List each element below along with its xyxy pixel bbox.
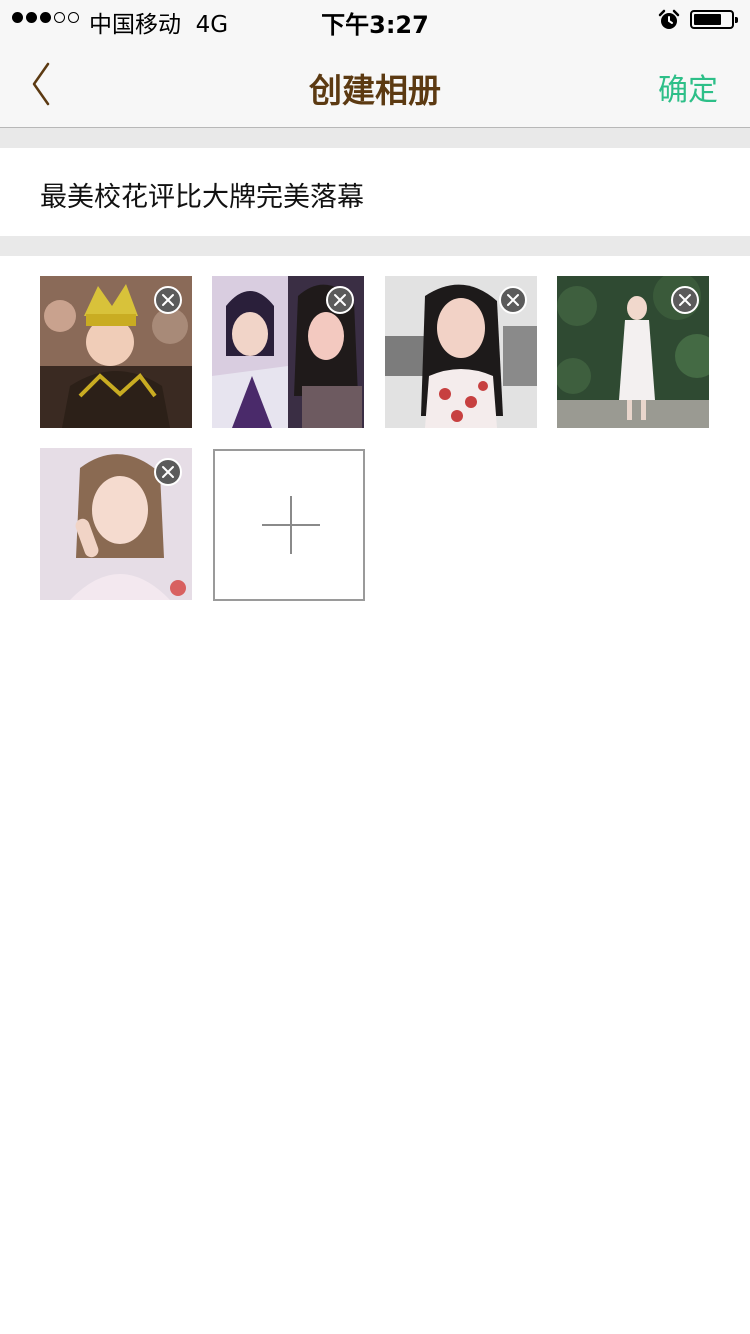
section-divider bbox=[0, 128, 750, 148]
photo-thumbnail[interactable] bbox=[385, 276, 537, 428]
close-icon bbox=[334, 294, 346, 306]
remove-photo-button[interactable] bbox=[154, 458, 182, 486]
navigation-bar: 创建相册 确定 bbox=[0, 40, 750, 128]
add-photo-button[interactable] bbox=[213, 449, 365, 601]
album-name-value: 最美校花评比大牌完美落幕 bbox=[40, 182, 364, 213]
remove-photo-button[interactable] bbox=[326, 286, 354, 314]
photo-thumbnail[interactable] bbox=[40, 448, 192, 600]
status-bar: 中国移动 4G 下午3:27 bbox=[0, 0, 750, 40]
photo-thumbnail[interactable] bbox=[557, 276, 709, 428]
close-icon bbox=[162, 294, 174, 306]
status-time: 下午3:27 bbox=[321, 11, 429, 39]
close-icon bbox=[679, 294, 691, 306]
photo-thumbnail[interactable] bbox=[212, 276, 364, 428]
page-title: 创建相册 bbox=[309, 71, 441, 110]
plus-icon bbox=[290, 496, 292, 554]
photo-thumbnail[interactable] bbox=[40, 276, 192, 428]
close-icon bbox=[162, 466, 174, 478]
remove-photo-button[interactable] bbox=[499, 286, 527, 314]
confirm-button[interactable]: 确定 bbox=[658, 65, 718, 109]
remove-photo-button[interactable] bbox=[671, 286, 699, 314]
alarm-clock-icon bbox=[658, 9, 680, 29]
album-name-input[interactable]: 最美校花评比大牌完美落幕 bbox=[0, 148, 750, 236]
battery-icon bbox=[690, 10, 738, 29]
remove-photo-button[interactable] bbox=[154, 286, 182, 314]
section-divider bbox=[0, 236, 750, 256]
close-icon bbox=[507, 294, 519, 306]
